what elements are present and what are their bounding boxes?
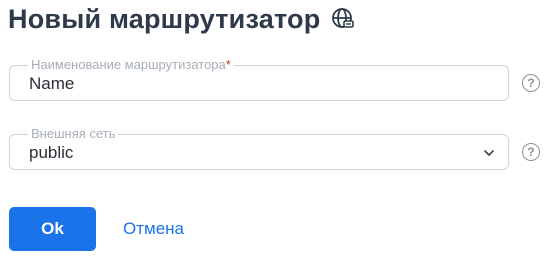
external-network-label: Внешняя сеть bbox=[28, 126, 119, 142]
external-network-help-icon[interactable]: ? bbox=[522, 143, 540, 161]
cancel-button[interactable]: Отмена bbox=[115, 207, 192, 251]
ok-button[interactable]: Ok bbox=[9, 207, 96, 251]
router-name-help-icon[interactable]: ? bbox=[522, 74, 540, 92]
router-name-label: Наименование маршрутизатора* bbox=[28, 57, 234, 73]
chevron-down-icon[interactable] bbox=[482, 146, 496, 160]
required-mark: * bbox=[225, 57, 231, 72]
new-router-dialog: Новый маршрутизатор Наименование маршрут… bbox=[0, 0, 550, 256]
router-name-field[interactable]: Наименование маршрутизатора* Name bbox=[9, 57, 509, 101]
globe-network-icon bbox=[330, 6, 356, 32]
external-network-value: public bbox=[29, 143, 74, 162]
page-title-text: Новый маршрутизатор bbox=[8, 4, 321, 34]
router-name-value: Name bbox=[29, 74, 75, 93]
page-title: Новый маршрутизатор bbox=[8, 2, 356, 36]
external-network-select[interactable]: Внешняя сеть public bbox=[9, 126, 509, 170]
